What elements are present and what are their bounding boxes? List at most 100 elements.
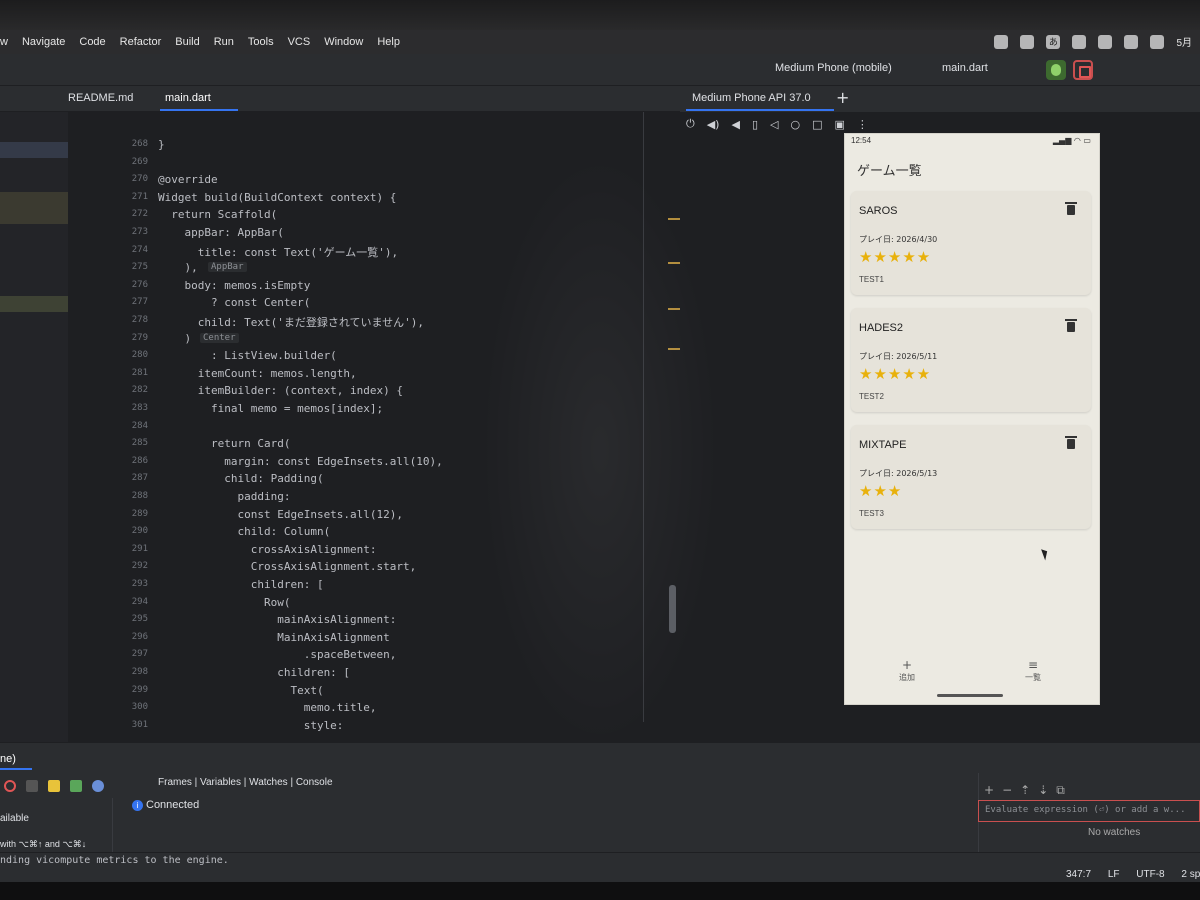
- hot-restart-icon[interactable]: [70, 780, 82, 792]
- add-tab-icon[interactable]: +: [836, 88, 849, 107]
- menu-view[interactable]: w: [0, 36, 8, 48]
- control-center-icon[interactable]: [1150, 34, 1165, 49]
- battery-icon[interactable]: [1098, 34, 1113, 49]
- code-line[interactable]: child: Column(: [158, 525, 330, 538]
- code-line[interactable]: margin: const EdgeInsets.all(10),: [158, 455, 443, 468]
- tab-emulator[interactable]: Medium Phone API 37.0: [692, 92, 811, 104]
- app-icon[interactable]: [1020, 34, 1035, 49]
- nav-item-add[interactable]: + 追加: [887, 658, 927, 683]
- menu-help[interactable]: Help: [377, 36, 400, 48]
- menu-window[interactable]: Window: [324, 36, 363, 48]
- menu-code[interactable]: Code: [79, 36, 105, 48]
- code-editor[interactable]: } @override Widget build(BuildContext cont…: [148, 112, 648, 742]
- tab-readme[interactable]: README.md: [68, 92, 133, 104]
- delete-icon[interactable]: [1065, 319, 1077, 332]
- menu-navigate[interactable]: Navigate: [22, 36, 65, 48]
- code-line[interactable]: crossAxisAlignment:: [158, 543, 377, 556]
- home-indicator[interactable]: [937, 694, 1003, 697]
- stop-icon[interactable]: [1073, 60, 1093, 80]
- delete-icon[interactable]: [1065, 202, 1077, 215]
- code-line[interactable]: final memo = memos[index];: [158, 402, 383, 415]
- add-watch-icon[interactable]: +: [984, 783, 994, 798]
- code-line[interactable]: title: const Text('ゲーム一覧'),: [158, 244, 398, 260]
- editor-scrollbar[interactable]: [660, 112, 680, 742]
- home-icon[interactable]: ○: [790, 118, 800, 131]
- move-down-icon[interactable]: ⇣: [1038, 783, 1048, 798]
- code-line[interactable]: style:: [158, 719, 344, 732]
- more-icon[interactable]: ⋮: [857, 118, 868, 131]
- emulator-phone-screen[interactable]: 12:54 ▂▄▆ ◠ ▭ ゲーム一覧 SAROS プレイ日: 2026/4/30…: [844, 133, 1100, 705]
- move-up-icon[interactable]: ⇡: [1020, 783, 1030, 798]
- memo-card[interactable]: HADES2 プレイ日: 2026/5/11 ★★★★★ TEST2: [851, 308, 1091, 412]
- code-line[interactable]: : ListView.builder(: [158, 349, 337, 362]
- code-line[interactable]: child: Text('まだ登録されていません'),: [158, 314, 424, 330]
- code-line[interactable]: mainAxisAlignment:: [158, 613, 396, 626]
- code-line[interactable]: .spaceBetween,: [158, 648, 397, 661]
- devtools-icon[interactable]: [92, 780, 104, 792]
- code-line[interactable]: children: [: [158, 578, 324, 591]
- code-line[interactable]: Row(: [158, 596, 291, 609]
- back-icon[interactable]: ◁: [770, 118, 778, 131]
- code-line[interactable]: Text(: [158, 684, 323, 697]
- tab-main-dart[interactable]: main.dart: [165, 92, 211, 104]
- screenshot-icon[interactable]: ▣: [834, 118, 844, 131]
- code-line[interactable]: padding:: [158, 490, 290, 503]
- clock-label[interactable]: 5月: [1176, 34, 1192, 49]
- chatgpt-icon[interactable]: [994, 34, 1009, 49]
- debug-icon[interactable]: [1046, 60, 1066, 80]
- code-line[interactable]: memo.title,: [158, 701, 377, 714]
- input-method-icon[interactable]: あ: [1046, 34, 1061, 49]
- rotate-icon[interactable]: ▯: [752, 118, 758, 131]
- memo-card[interactable]: MIXTAPE プレイ日: 2026/5/13 ★★★ TEST3: [851, 425, 1091, 529]
- code-line[interactable]: itemBuilder: (context, index) {: [158, 384, 403, 397]
- copy-icon[interactable]: ⧉: [1056, 783, 1065, 798]
- run-config-selector[interactable]: main.dart: [942, 62, 988, 74]
- debug-subtabs[interactable]: Frames | Variables | Watches | Console: [158, 777, 333, 788]
- code-line[interactable]: children: [: [158, 666, 350, 679]
- code-line[interactable]: ),: [158, 261, 197, 274]
- volume-up-icon[interactable]: ◀): [707, 118, 720, 131]
- menu-vcs[interactable]: VCS: [288, 36, 311, 48]
- code-line[interactable]: ? const Center(: [158, 296, 310, 309]
- line-number: 298: [131, 667, 148, 677]
- file-encoding[interactable]: UTF-8: [1136, 869, 1164, 880]
- scroll-thumb[interactable]: [669, 585, 676, 633]
- menu-run[interactable]: Run: [214, 36, 234, 48]
- line-ending[interactable]: LF: [1108, 869, 1120, 880]
- code-line[interactable]: return Scaffold(: [158, 208, 277, 221]
- delete-icon[interactable]: [1065, 436, 1077, 449]
- code-line[interactable]: return Card(: [158, 437, 290, 450]
- menu-refactor[interactable]: Refactor: [120, 36, 162, 48]
- cursor-position[interactable]: 347:7: [1066, 869, 1091, 880]
- mute-breakpoints-icon[interactable]: [4, 780, 16, 792]
- volume-down-icon[interactable]: ◀: [731, 118, 739, 131]
- settings-icon[interactable]: [26, 780, 38, 792]
- evaluate-expression-input[interactable]: Evaluate expression (⏎) or add a w...: [978, 800, 1200, 822]
- power-icon[interactable]: ⏻: [686, 117, 695, 131]
- code-line[interactable]: ): [158, 332, 191, 345]
- remove-watch-icon[interactable]: −: [1002, 783, 1012, 798]
- code-line[interactable]: MainAxisAlignment: [158, 631, 390, 644]
- code-line[interactable]: Widget build(BuildContext context) {: [158, 191, 396, 204]
- menu-tools[interactable]: Tools: [248, 36, 274, 48]
- indent-setting[interactable]: 2 spac: [1181, 869, 1200, 880]
- code-line[interactable]: body: memos.isEmpty: [158, 279, 310, 292]
- code-line[interactable]: child: Padding(: [158, 472, 323, 485]
- search-icon[interactable]: [1124, 34, 1139, 49]
- menu-build[interactable]: Build: [175, 36, 199, 48]
- code-line[interactable]: itemCount: memos.length,: [158, 367, 357, 380]
- memo-card[interactable]: SAROS プレイ日: 2026/4/30 ★★★★★ TEST1: [851, 191, 1091, 295]
- code-line[interactable]: }: [158, 138, 165, 151]
- overview-icon[interactable]: □: [812, 118, 822, 131]
- nav-item-list[interactable]: ≡ 一覧: [1013, 658, 1053, 683]
- debug-tab[interactable]: ne): [0, 753, 16, 765]
- line-number: 272: [131, 209, 148, 220]
- device-selector[interactable]: Medium Phone (mobile): [775, 62, 892, 74]
- code-line[interactable]: CrossAxisAlignment.start,: [158, 560, 417, 573]
- code-line[interactable]: appBar: AppBar(: [158, 226, 283, 239]
- code-line[interactable]: const EdgeInsets.all(12),: [158, 508, 403, 521]
- hot-reload-icon[interactable]: [48, 780, 60, 792]
- wifi-icon[interactable]: [1072, 34, 1087, 49]
- code-line[interactable]: @override: [158, 173, 218, 186]
- line-number: 291: [131, 543, 148, 554]
